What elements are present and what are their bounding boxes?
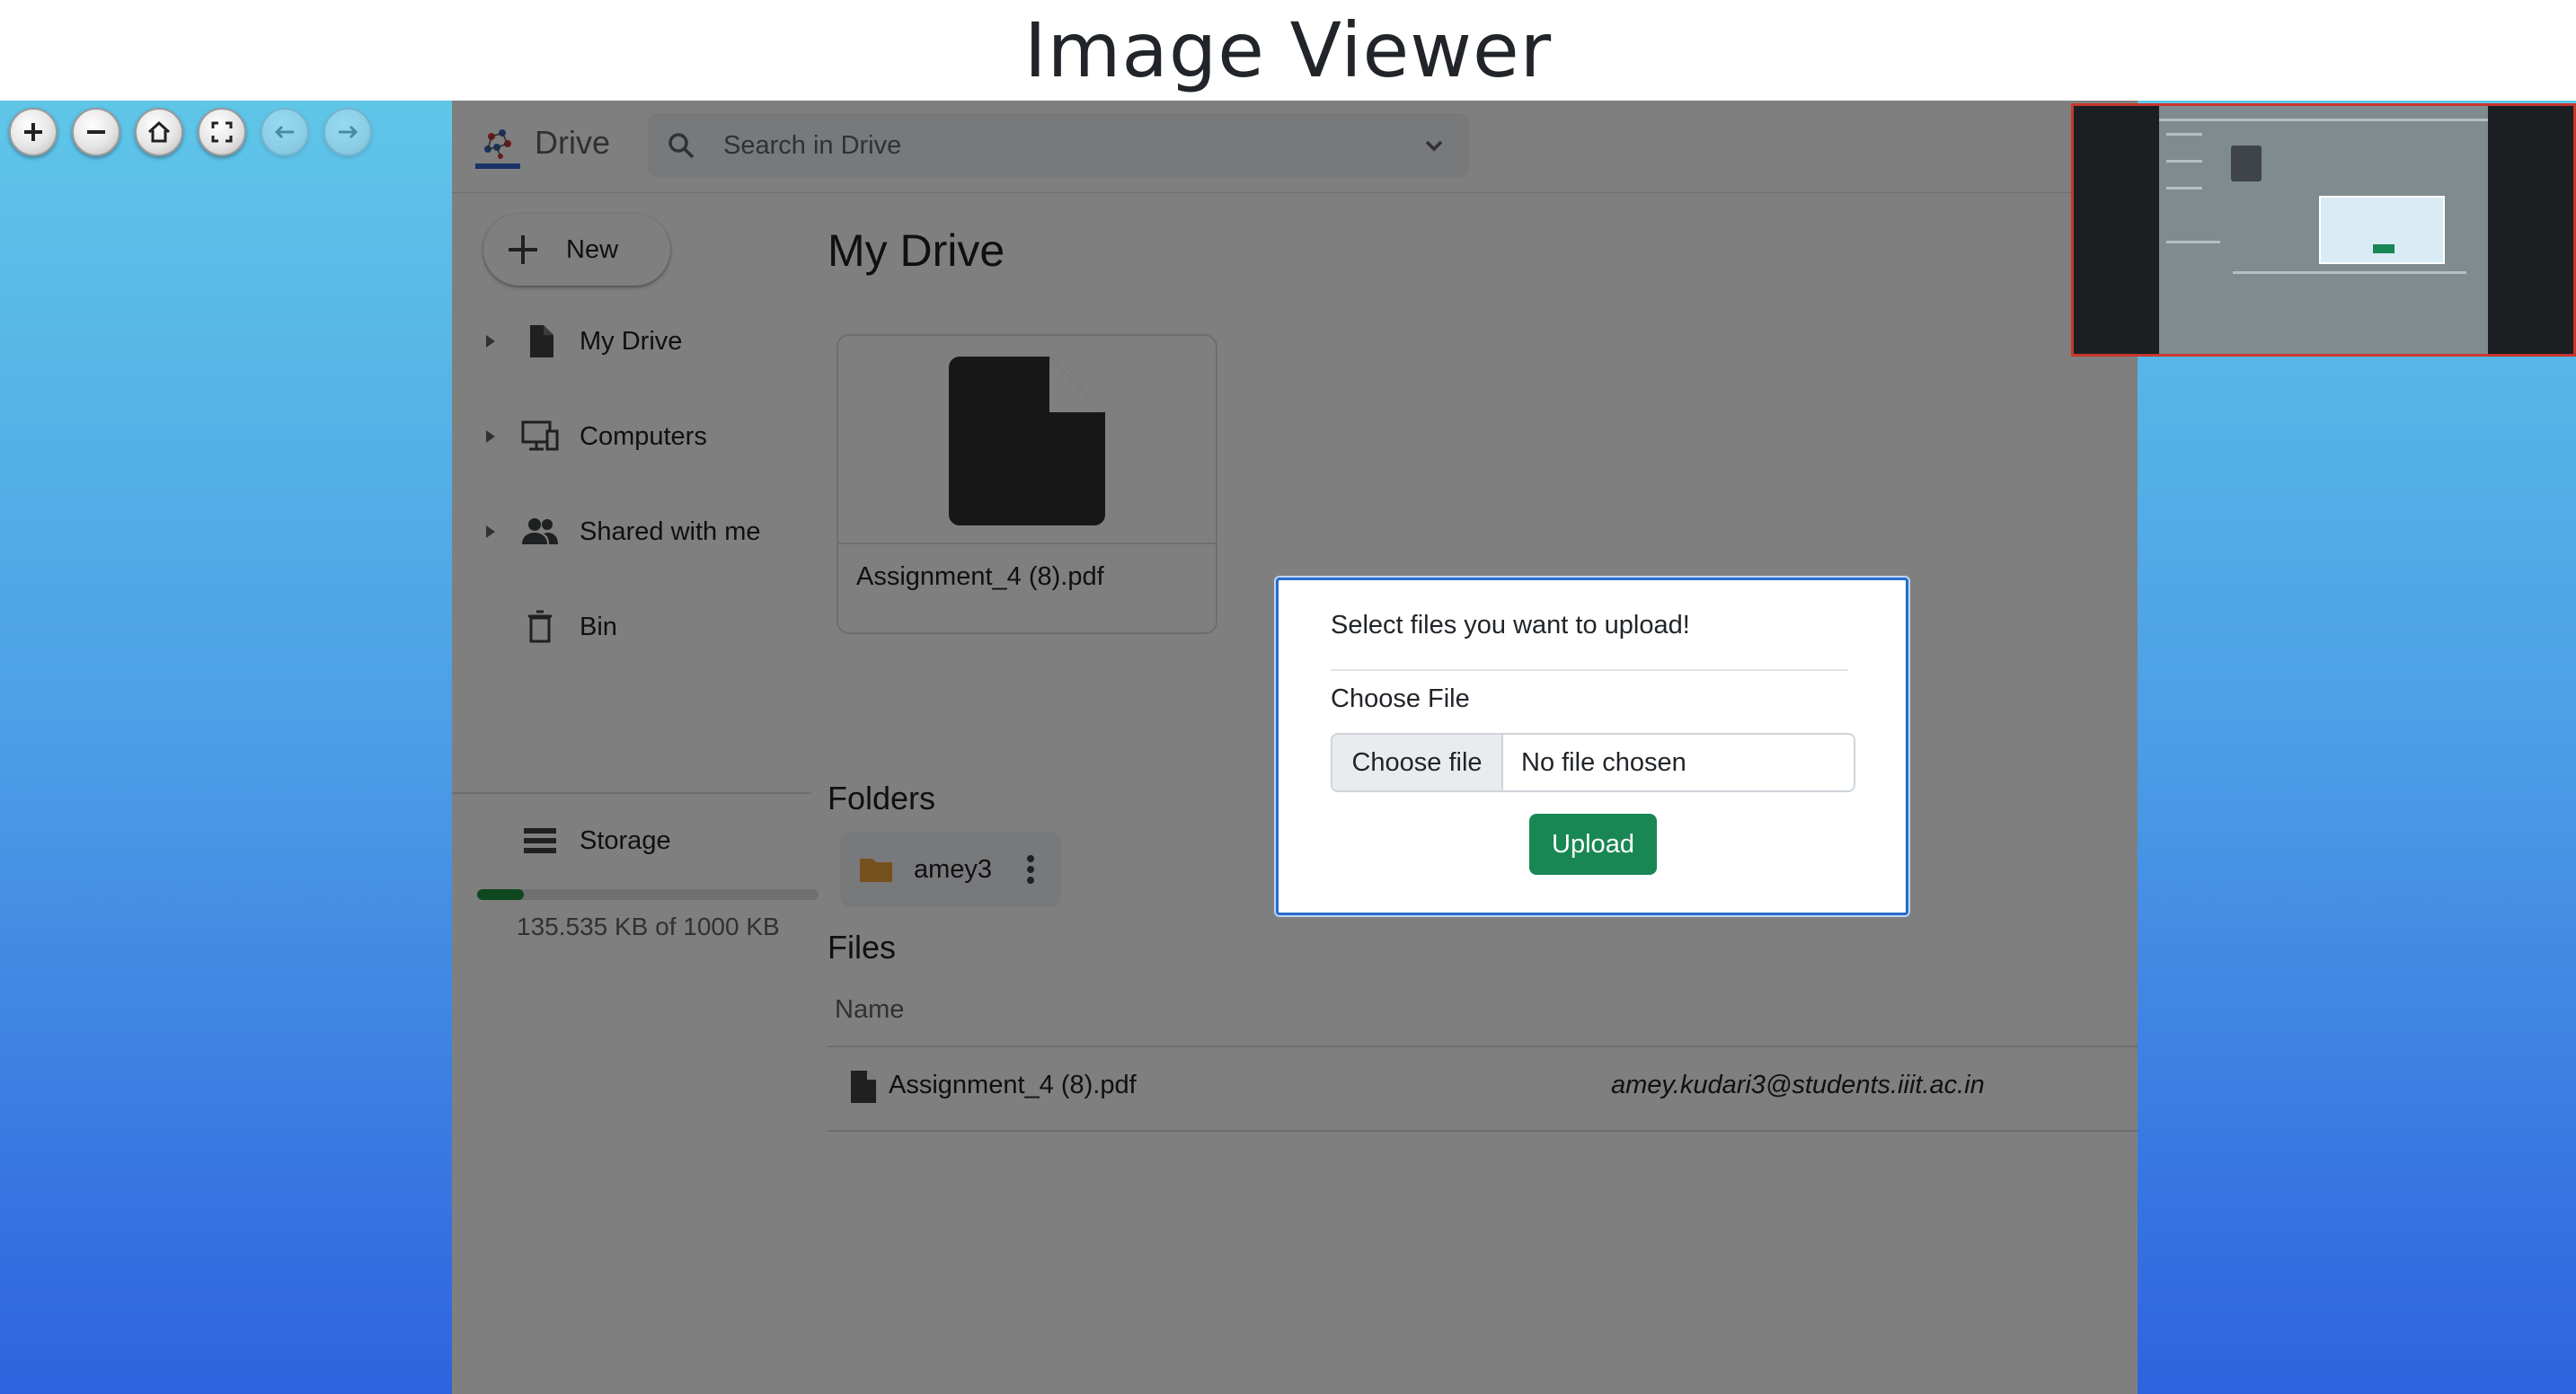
upload-dialog: Select files you want to upload! Choose … <box>1276 578 1908 915</box>
dialog-title: Select files you want to upload! <box>1331 611 1690 640</box>
next-button <box>323 108 372 156</box>
thumbnail-line <box>2166 133 2202 136</box>
minus-icon <box>87 130 105 134</box>
thumbnail-line <box>2233 271 2466 274</box>
dialog-divider <box>1331 669 1848 671</box>
thumbnail-preview <box>2159 106 2488 354</box>
viewer-toolbar <box>9 108 372 156</box>
zoom-in-button[interactable] <box>9 108 58 156</box>
home-button[interactable] <box>135 108 183 156</box>
thumbnail-upload-button <box>2373 244 2395 253</box>
file-input[interactable]: Choose file No file chosen <box>1331 733 1855 792</box>
image-viewer-canvas[interactable]: Drive Search in Drive New My Drive Compu… <box>0 101 2576 1394</box>
file-input-value: No file chosen <box>1521 747 1686 777</box>
arrow-left-icon <box>274 125 294 139</box>
choose-file-button[interactable]: Choose file <box>1332 735 1503 790</box>
thumbnail-line <box>2166 187 2202 190</box>
upload-button[interactable]: Upload <box>1529 814 1657 875</box>
viewer-header: Image Viewer <box>0 0 2576 101</box>
thumbnail-line <box>2166 160 2202 163</box>
thumbnail-line <box>2166 241 2220 243</box>
navigator-thumbnail[interactable] <box>2071 103 2576 357</box>
plus-icon <box>24 123 42 141</box>
thumbnail-dialog <box>2319 196 2445 264</box>
home-icon <box>147 120 171 143</box>
thumbnail-topbar <box>2159 119 2488 121</box>
file-field-label: Choose File <box>1331 684 1470 713</box>
fullscreen-button[interactable] <box>198 108 246 156</box>
zoom-out-button[interactable] <box>72 108 120 156</box>
screenshot-image: Drive Search in Drive New My Drive Compu… <box>452 101 2138 1394</box>
viewer-title: Image Viewer <box>1023 6 1553 94</box>
fullscreen-icon <box>211 121 233 143</box>
arrow-right-icon <box>339 125 359 139</box>
previous-button <box>261 108 309 156</box>
thumbnail-file-icon <box>2231 146 2262 181</box>
